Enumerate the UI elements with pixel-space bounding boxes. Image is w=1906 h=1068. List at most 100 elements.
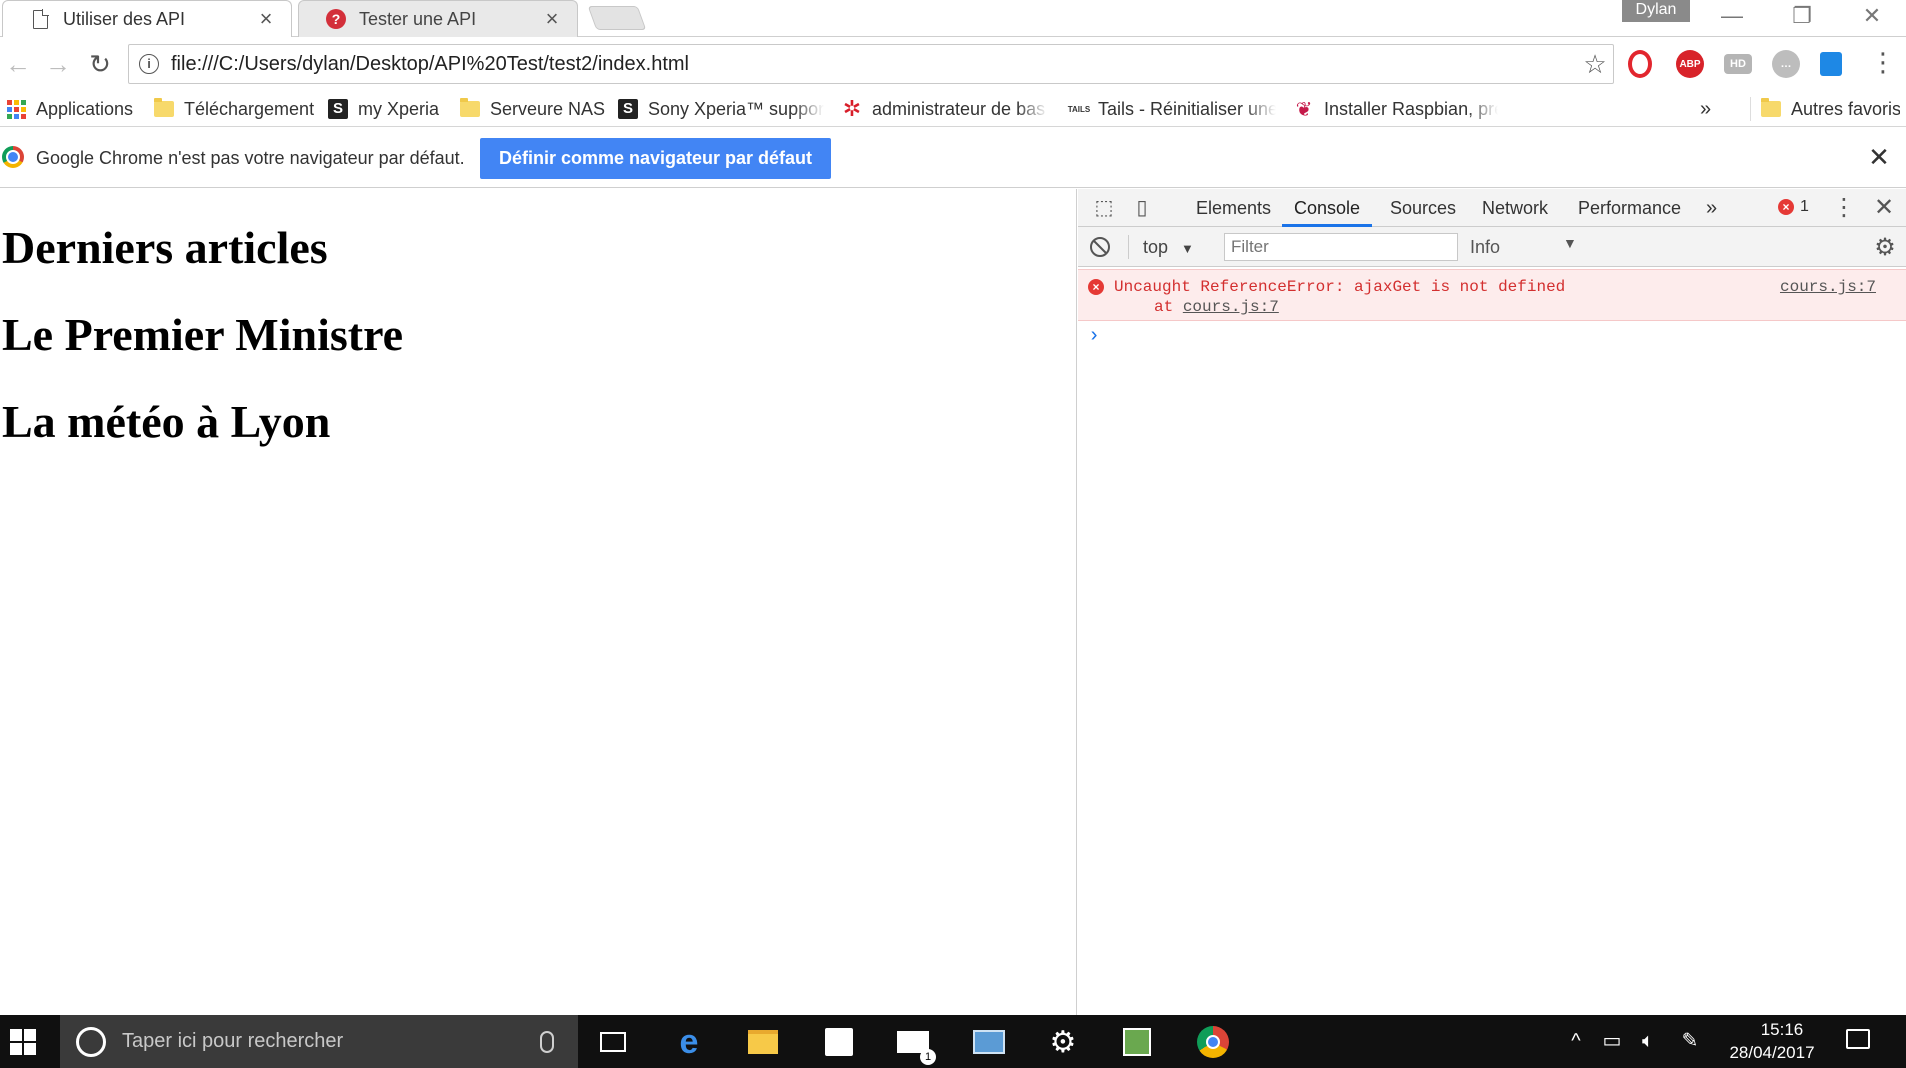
devtools-panel: ⬚ ▯ Elements Console Sources Network Per…: [1078, 189, 1906, 1015]
profile-badge[interactable]: Dylan: [1622, 0, 1690, 22]
bookmark-administrateur[interactable]: ✲ administrateur de bas: [842, 97, 1048, 121]
document-icon: [29, 8, 51, 30]
tab-title: Tester une API: [359, 8, 477, 29]
tab-sources[interactable]: Sources: [1388, 189, 1458, 227]
bookmarks-bar: Applications Téléchargement S my Xperia …: [0, 91, 1906, 127]
bookmark-my-xperia[interactable]: S my Xperia: [328, 97, 448, 121]
gear-icon[interactable]: ⚙: [1872, 233, 1898, 262]
bookmark-label: Téléchargement: [184, 98, 314, 119]
app-icon[interactable]: [1120, 1025, 1154, 1059]
context-select[interactable]: top ▼: [1128, 235, 1194, 259]
bookmark-label: Tails - Réinitialiser une: [1098, 98, 1276, 119]
taskbar-search[interactable]: Taper ici pour rechercher: [60, 1015, 578, 1068]
address-bar[interactable]: i file:///C:/Users/dylan/Desktop/API%20T…: [128, 44, 1614, 84]
volume-icon[interactable]: 🔈︎: [1636, 1029, 1660, 1053]
tab-elements[interactable]: Elements: [1194, 189, 1273, 227]
restore-button[interactable]: ❐: [1782, 2, 1822, 32]
windows-start-icon[interactable]: [10, 1029, 36, 1055]
close-icon[interactable]: ×: [255, 8, 277, 30]
huawei-icon: ✲: [842, 97, 862, 121]
store-icon[interactable]: [822, 1025, 856, 1059]
devtools-menu-button[interactable]: ⋮: [1830, 195, 1858, 221]
notification-center-icon[interactable]: [1846, 1029, 1870, 1049]
heading-premier-ministre: Le Premier Ministre: [2, 309, 404, 360]
bookmark-label: Installer Raspbian, pre: [1324, 98, 1498, 119]
tab-tester-une-api[interactable]: ? Tester une API ×: [298, 0, 578, 37]
apps-grid-icon: [6, 99, 26, 119]
tab-utiliser-des-api[interactable]: Utiliser des API ×: [2, 0, 292, 37]
device-toolbar-icon[interactable]: ▯: [1128, 195, 1156, 221]
close-icon[interactable]: ✕: [1866, 142, 1892, 173]
tab-console[interactable]: Console: [1282, 189, 1373, 227]
remote-desktop-icon[interactable]: [972, 1025, 1006, 1059]
more-tabs-button[interactable]: »: [1704, 189, 1719, 227]
clear-console-icon[interactable]: [1090, 237, 1110, 257]
bookmark-sony-xperia-support[interactable]: S Sony Xperia™ support: [618, 97, 824, 121]
error-source-link[interactable]: cours.js:7: [1780, 278, 1876, 296]
inspect-element-icon[interactable]: ⬚: [1090, 195, 1118, 221]
chevron-up-icon[interactable]: ^: [1564, 1029, 1588, 1053]
trace-prefix: at: [1154, 298, 1183, 316]
infobar-message: Google Chrome n'est pas votre navigateur…: [36, 148, 465, 168]
pen-icon[interactable]: ✎: [1678, 1029, 1702, 1053]
tab-network[interactable]: Network: [1480, 189, 1550, 227]
close-icon[interactable]: ×: [541, 8, 563, 30]
bookmark-raspbian[interactable]: ❦ Installer Raspbian, pre: [1294, 97, 1498, 121]
chrome-menu-button[interactable]: ⋮: [1870, 49, 1896, 79]
bookmark-label: Sony Xperia™ support: [648, 98, 824, 119]
network-icon[interactable]: ▭: [1600, 1029, 1624, 1053]
microphone-icon[interactable]: [540, 1030, 554, 1053]
adblock-plus-icon[interactable]: ABP: [1676, 50, 1704, 78]
heading-meteo-lyon: La météo à Lyon: [2, 396, 331, 447]
tails-icon: TAILS: [1067, 104, 1091, 114]
minimize-button[interactable]: —: [1712, 2, 1752, 32]
bookmark-applications[interactable]: Applications: [6, 97, 136, 121]
bookmark-label: administrateur de bas: [872, 98, 1046, 119]
star-icon[interactable]: ☆: [1577, 49, 1613, 80]
page-content: Derniers articles Le Premier Ministre La…: [0, 189, 1077, 1015]
console-prompt[interactable]: ›: [1088, 325, 1100, 348]
s-logo-icon: S: [618, 99, 638, 119]
bookmark-serveure-nas[interactable]: Serveure NAS: [460, 97, 606, 121]
new-tab-button[interactable]: [587, 6, 647, 30]
clock-date[interactable]: 28/04/2017: [1722, 1043, 1822, 1063]
reload-button[interactable]: ↻: [82, 47, 118, 83]
bookmark-label: Serveure NAS: [490, 98, 606, 119]
clock-time[interactable]: 15:16: [1752, 1020, 1812, 1040]
mail-icon[interactable]: 1: [896, 1025, 936, 1065]
console-error-message: × Uncaught ReferenceError: ajaxGet is no…: [1078, 269, 1906, 321]
bookmark-label: Autres favoris: [1791, 98, 1900, 119]
devtools-close-button[interactable]: ✕: [1870, 195, 1898, 221]
edge-icon[interactable]: e: [672, 1023, 706, 1061]
chrome-icon[interactable]: [1196, 1025, 1230, 1059]
error-text: Uncaught ReferenceError: ajaxGet is not …: [1114, 278, 1566, 296]
browser-toolbar: ← → ↻ i file:///C:/Users/dylan/Desktop/A…: [0, 37, 1906, 91]
bookmark-telechargement[interactable]: Téléchargement: [154, 97, 314, 121]
file-explorer-icon[interactable]: [746, 1025, 780, 1059]
chrome-logo-icon: [2, 146, 24, 168]
error-icon: ×: [1088, 279, 1104, 295]
folder-icon: [460, 98, 480, 119]
set-default-browser-button[interactable]: Définir comme navigateur par défaut: [480, 138, 831, 179]
forward-button[interactable]: →: [40, 47, 76, 83]
bookmarks-overflow-button[interactable]: »: [1700, 97, 1720, 121]
back-button[interactable]: ←: [0, 47, 36, 83]
console-filter-input[interactable]: [1224, 233, 1458, 261]
bookmark-tails[interactable]: TAILS Tails - Réinitialiser une: [1066, 97, 1276, 121]
window-close-button[interactable]: ✕: [1852, 2, 1892, 32]
settings-icon[interactable]: ⚙: [1046, 1025, 1080, 1059]
chat-icon[interactable]: …: [1772, 50, 1800, 78]
bookmark-autres-favoris[interactable]: Autres favoris: [1750, 97, 1900, 121]
trello-icon[interactable]: [1820, 52, 1842, 76]
hd-icon[interactable]: HD: [1724, 54, 1752, 74]
task-view-icon[interactable]: [596, 1025, 630, 1059]
chevron-down-icon: ▼: [1563, 235, 1577, 251]
info-icon[interactable]: i: [139, 54, 159, 74]
error-stack-trace: at cours.js:7: [1154, 298, 1279, 316]
trace-link[interactable]: cours.js:7: [1183, 298, 1279, 316]
opera-icon[interactable]: [1628, 50, 1652, 78]
error-count-badge[interactable]: × 1: [1778, 198, 1809, 216]
tab-performance[interactable]: Performance: [1576, 189, 1683, 227]
url-text[interactable]: file:///C:/Users/dylan/Desktop/API%20Tes…: [171, 53, 1577, 76]
windows-taskbar: Taper ici pour rechercher e 1 ⚙ ^ ▭ 🔈︎ ✎…: [0, 1015, 1906, 1068]
